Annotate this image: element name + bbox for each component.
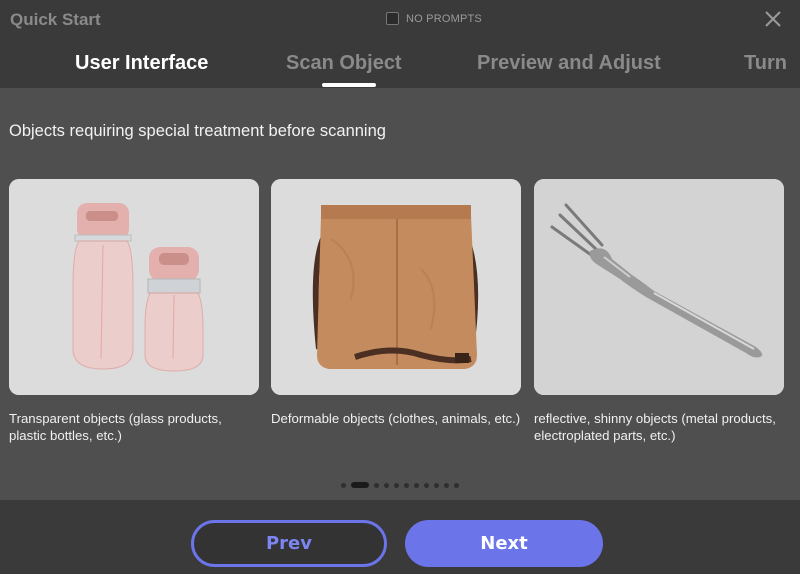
tab-bar: User Interface Scan Object Preview and A… [0, 48, 800, 88]
pagination-dot[interactable] [341, 482, 346, 488]
pagination-dot[interactable] [414, 482, 419, 488]
tab-user-interface[interactable]: User Interface [75, 52, 208, 75]
prev-button[interactable]: Prev [191, 520, 387, 567]
pagination-dot[interactable] [404, 482, 409, 488]
pagination-dot[interactable] [434, 482, 439, 488]
card-reflective-objects: reflective, shinny objects (metal produc… [534, 179, 784, 444]
tab-active-indicator [322, 83, 376, 87]
no-prompts-label: NO PROMPTS [406, 12, 482, 25]
card-caption: reflective, shinny objects (metal produc… [534, 411, 776, 443]
pagination-dot[interactable] [454, 482, 459, 488]
close-icon[interactable] [762, 8, 784, 30]
pagination-dot[interactable] [394, 482, 399, 488]
tab-scan-object[interactable]: Scan Object [286, 52, 402, 75]
pagination-dot[interactable] [384, 482, 389, 488]
dialog-header: Quick Start NO PROMPTS User Interface Sc… [0, 0, 800, 88]
content-panel: Objects requiring special treatment befo… [0, 88, 800, 500]
dialog-footer: Prev Next [0, 500, 800, 574]
card-deformable-objects: Deformable objects (clothes, animals, et… [271, 179, 521, 427]
transparent-bottles-image [9, 179, 259, 395]
card-caption: Transparent objects (glass products, pla… [9, 411, 222, 443]
section-heading: Objects requiring special treatment befo… [9, 122, 386, 140]
no-prompts-toggle[interactable]: NO PROMPTS [386, 12, 482, 25]
tab-preview-and-adjust[interactable]: Preview and Adjust [477, 52, 661, 75]
pagination-dot[interactable] [424, 482, 429, 488]
dialog-title: Quick Start [10, 10, 101, 29]
leather-bag-image [271, 179, 521, 395]
pagination-dot[interactable] [444, 482, 449, 488]
tab-turn[interactable]: Turn [744, 52, 787, 75]
card-caption: Deformable objects (clothes, animals, et… [271, 411, 521, 426]
pagination-dots [0, 482, 800, 488]
metal-fork-image [534, 179, 784, 395]
card-transparent-objects: Transparent objects (glass products, pla… [9, 179, 259, 444]
next-button[interactable]: Next [405, 520, 603, 567]
pagination-dot-active[interactable] [351, 482, 369, 488]
no-prompts-checkbox[interactable] [386, 12, 399, 25]
pagination-dot[interactable] [374, 482, 379, 488]
